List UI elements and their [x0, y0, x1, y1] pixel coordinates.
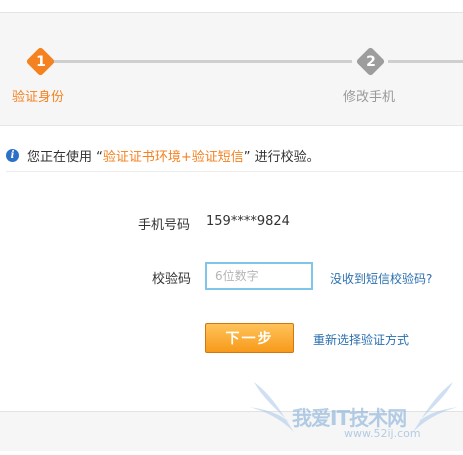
- verification-code-input[interactable]: [205, 262, 313, 290]
- notice-divider: [6, 171, 463, 172]
- notice-suffix: ” 进行校验。: [243, 149, 320, 165]
- verification-notice: i 您正在使用 “ 验证证书环境+验证短信 ” 进行校验。: [6, 145, 320, 165]
- step-progress: 1 验证身份 2 修改手机: [0, 13, 463, 125]
- phone-number-value: 159****9824: [206, 214, 290, 229]
- step-1-label: 验证身份: [12, 90, 65, 105]
- phone-label: 手机号码: [138, 218, 191, 233]
- footer-band: [0, 412, 463, 451]
- no-code-received-link[interactable]: 没收到短信校验码?: [330, 270, 432, 287]
- reselect-verification-method-link[interactable]: 重新选择验证方式: [313, 331, 409, 348]
- code-label: 校验码: [152, 272, 192, 287]
- next-step-button[interactable]: 下一步: [205, 323, 294, 353]
- step-2-number: 2: [366, 54, 376, 70]
- stepper-divider: [0, 125, 463, 126]
- step-track: [52, 60, 352, 63]
- notice-method: 验证证书环境+验证短信: [102, 149, 244, 165]
- step-track-tail: [388, 60, 463, 63]
- info-icon: i: [6, 148, 19, 162]
- page: 1 验证身份 2 修改手机 i 您正在使用 “ 验证证书环境+验证短信 ” 进行…: [0, 0, 463, 451]
- notice-prefix: 您正在使用 “: [27, 149, 103, 165]
- step-1-number: 1: [36, 54, 46, 70]
- step-2-label: 修改手机: [343, 90, 396, 105]
